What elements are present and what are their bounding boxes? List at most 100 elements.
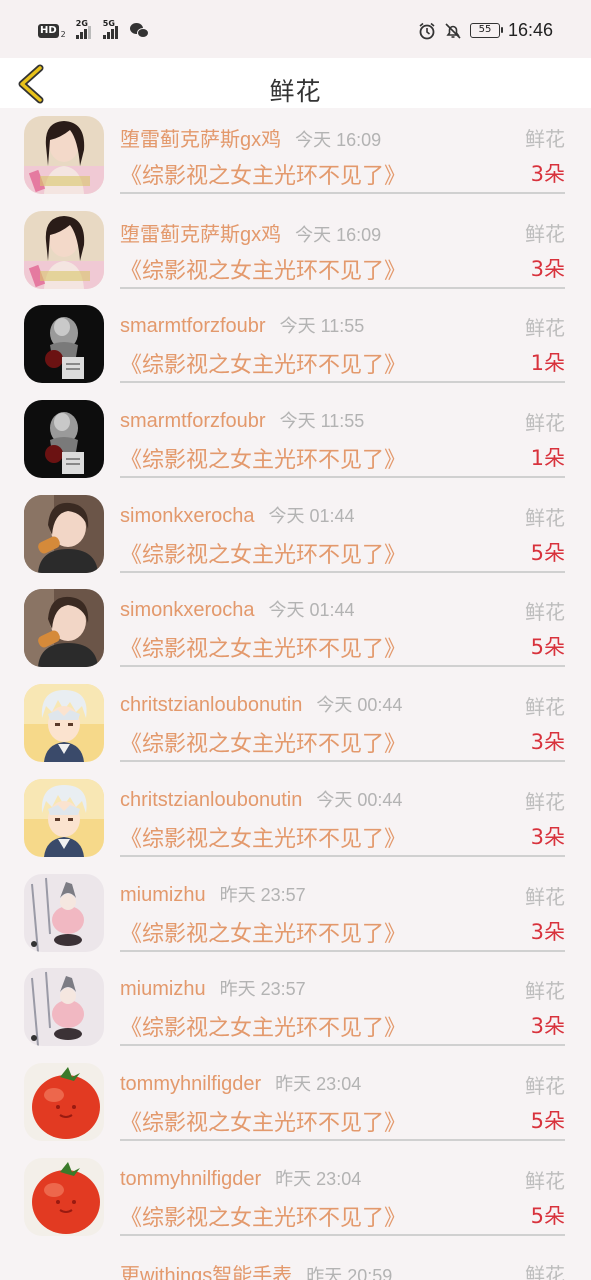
list-item[interactable]: 堕雷蓟克萨斯gx鸡 今天 16:09 鲜花 《综影视之女主光环不见了》 3朵	[0, 203, 591, 298]
flower-count: 5朵	[530, 1108, 565, 1133]
avatar[interactable]	[24, 779, 104, 857]
status-right: 55 16:46	[418, 20, 553, 41]
timestamp: 昨天 23:57	[219, 884, 306, 905]
book-title[interactable]: 《综影视之女主光环不见了》	[120, 631, 406, 663]
divider	[120, 1233, 565, 1236]
username[interactable]: tommyhnilfigder 昨天 23:04	[120, 1165, 361, 1191]
book-title[interactable]: 《综影视之女主光环不见了》	[120, 1105, 406, 1137]
timestamp: 今天 16:09	[295, 224, 382, 245]
avatar[interactable]	[24, 495, 104, 573]
username[interactable]: simonkxerocha 今天 01:44	[120, 596, 355, 622]
book-title[interactable]: 《综影视之女主光环不见了》	[120, 1200, 406, 1232]
list-item[interactable]: 堕雷蓟克萨斯gx鸡 今天 16:09 鲜花 《综影视之女主光环不见了》 3朵	[0, 108, 591, 203]
hd-badge: HD	[38, 23, 59, 38]
book-title[interactable]: 《综影视之女主光环不见了》	[120, 253, 406, 285]
username[interactable]: 更withings智能手表 昨天 20:59	[120, 1259, 392, 1280]
book-title[interactable]: 《综影视之女主光环不见了》	[120, 916, 406, 948]
timestamp: 昨天 23:57	[219, 979, 306, 1000]
timestamp: 昨天 23:04	[275, 1073, 362, 1094]
hd-sub: 2	[60, 30, 66, 39]
book-title[interactable]: 《综影视之女主光环不见了》	[120, 537, 406, 569]
status-left: HD 2 2G 5G	[38, 19, 150, 39]
divider	[120, 1138, 565, 1141]
bell-off-icon	[445, 22, 461, 39]
list-item[interactable]: chritstzianloubonutin 今天 00:44 鲜花 《综影视之女主…	[0, 676, 591, 771]
avatar[interactable]	[24, 116, 104, 194]
timestamp: 今天 16:09	[295, 130, 382, 150]
gift-type: 鲜花	[525, 695, 565, 720]
flower-count: 1朵	[530, 446, 565, 471]
gift-type: 鲜花	[525, 600, 565, 625]
username[interactable]: chritstzianloubonutin 今天 00:44	[120, 691, 402, 717]
gift-type: 鲜花	[525, 221, 565, 246]
list-item[interactable]: simonkxerocha 今天 01:44 鲜花 《综影视之女主光环不见了》 5…	[0, 487, 591, 582]
list-item[interactable]: tommyhnilfigder 昨天 23:04 鲜花 《综影视之女主光环不见了》…	[0, 1055, 591, 1150]
avatar[interactable]	[24, 684, 104, 762]
username[interactable]: smarmtforzfoubr 今天 11:55	[120, 312, 364, 338]
username-text: 更withings智能手表	[120, 1265, 293, 1280]
divider	[120, 476, 565, 479]
avatar[interactable]	[24, 1063, 104, 1141]
username-text: tommyhnilfigder	[120, 1072, 262, 1095]
flower-count: 5朵	[530, 540, 565, 565]
flower-count: 3朵	[530, 256, 565, 281]
divider	[120, 760, 565, 763]
username[interactable]: simonkxerocha 今天 01:44	[120, 502, 355, 528]
gift-type: 鲜花	[525, 1263, 565, 1280]
book-title[interactable]: 《综影视之女主光环不见了》	[120, 347, 406, 379]
book-title[interactable]: 《综影视之女主光环不见了》	[120, 158, 406, 190]
avatar[interactable]	[24, 305, 104, 383]
avatar[interactable]	[24, 211, 104, 289]
username[interactable]: miumizhu 昨天 23:57	[120, 881, 306, 907]
avatar[interactable]	[24, 968, 104, 1046]
book-title[interactable]: 《综影视之女主光环不见了》	[120, 442, 406, 474]
divider	[120, 192, 565, 194]
flower-count: 5朵	[530, 635, 565, 660]
username-text: simonkxerocha	[120, 504, 255, 527]
gift-type: 鲜花	[525, 979, 565, 1004]
divider	[120, 381, 565, 384]
timestamp: 昨天 23:04	[275, 1168, 362, 1189]
list-item[interactable]: chritstzianloubonutin 今天 00:44 鲜花 《综影视之女主…	[0, 771, 591, 866]
gift-type: 鲜花	[525, 1073, 565, 1098]
username[interactable]: tommyhnilfigder 昨天 23:04	[120, 1070, 361, 1096]
avatar[interactable]	[24, 400, 104, 478]
timestamp: 今天 01:44	[268, 600, 355, 621]
timestamp: 今天 01:44	[268, 505, 355, 526]
list-item[interactable]: 更withings智能手表 昨天 20:59 鲜花	[0, 1244, 591, 1280]
username-text: smarmtforzfoubr	[120, 315, 266, 338]
book-title[interactable]: 《综影视之女主光环不见了》	[120, 821, 406, 853]
username-text: smarmtforzfoubr	[120, 410, 266, 433]
flower-count: 3朵	[530, 162, 565, 186]
username-text: chritstzianloubonutin	[120, 694, 303, 717]
list-item[interactable]: smarmtforzfoubr 今天 11:55 鲜花 《综影视之女主光环不见了》…	[0, 392, 591, 487]
list-item[interactable]: smarmtforzfoubr 今天 11:55 鲜花 《综影视之女主光环不见了》…	[0, 297, 591, 392]
username[interactable]: smarmtforzfoubr 今天 11:55	[120, 407, 364, 433]
status-bar: HD 2 2G 5G 55 16:46	[0, 0, 591, 60]
username[interactable]: miumizhu 昨天 23:57	[120, 975, 306, 1001]
username[interactable]: chritstzianloubonutin 今天 00:44	[120, 786, 402, 812]
avatar[interactable]	[24, 1158, 104, 1236]
username[interactable]: 堕雷蓟克萨斯gx鸡 今天 16:09	[120, 123, 381, 152]
gift-type: 鲜花	[525, 1168, 565, 1193]
flower-count: 5朵	[530, 1203, 565, 1228]
signal-icon-2: 5G	[102, 19, 118, 39]
gift-type: 鲜花	[525, 505, 565, 530]
list-item[interactable]: simonkxerocha 今天 01:44 鲜花 《综影视之女主光环不见了》 5…	[0, 581, 591, 676]
list-item[interactable]: miumizhu 昨天 23:57 鲜花 《综影视之女主光环不见了》 3朵	[0, 960, 591, 1055]
avatar[interactable]	[24, 874, 104, 952]
username-text: simonkxerocha	[120, 599, 255, 622]
status-time: 16:46	[507, 20, 553, 40]
username-text: 堕雷蓟克萨斯gx鸡	[120, 129, 282, 151]
username-text: miumizhu	[120, 978, 206, 1001]
list-item[interactable]: miumizhu 昨天 23:57 鲜花 《综影视之女主光环不见了》 3朵	[0, 866, 591, 961]
list-item[interactable]: tommyhnilfigder 昨天 23:04 鲜花 《综影视之女主光环不见了》…	[0, 1150, 591, 1245]
username[interactable]: 堕雷蓟克萨斯gx鸡 今天 16:09	[120, 218, 381, 247]
avatar[interactable]	[24, 589, 104, 667]
wechat-icon	[129, 22, 150, 39]
gift-type: 鲜花	[525, 316, 565, 341]
divider	[120, 570, 565, 573]
book-title[interactable]: 《综影视之女主光环不见了》	[120, 726, 406, 758]
book-title[interactable]: 《综影视之女主光环不见了》	[120, 1010, 406, 1042]
battery-icon: 55	[469, 23, 503, 38]
